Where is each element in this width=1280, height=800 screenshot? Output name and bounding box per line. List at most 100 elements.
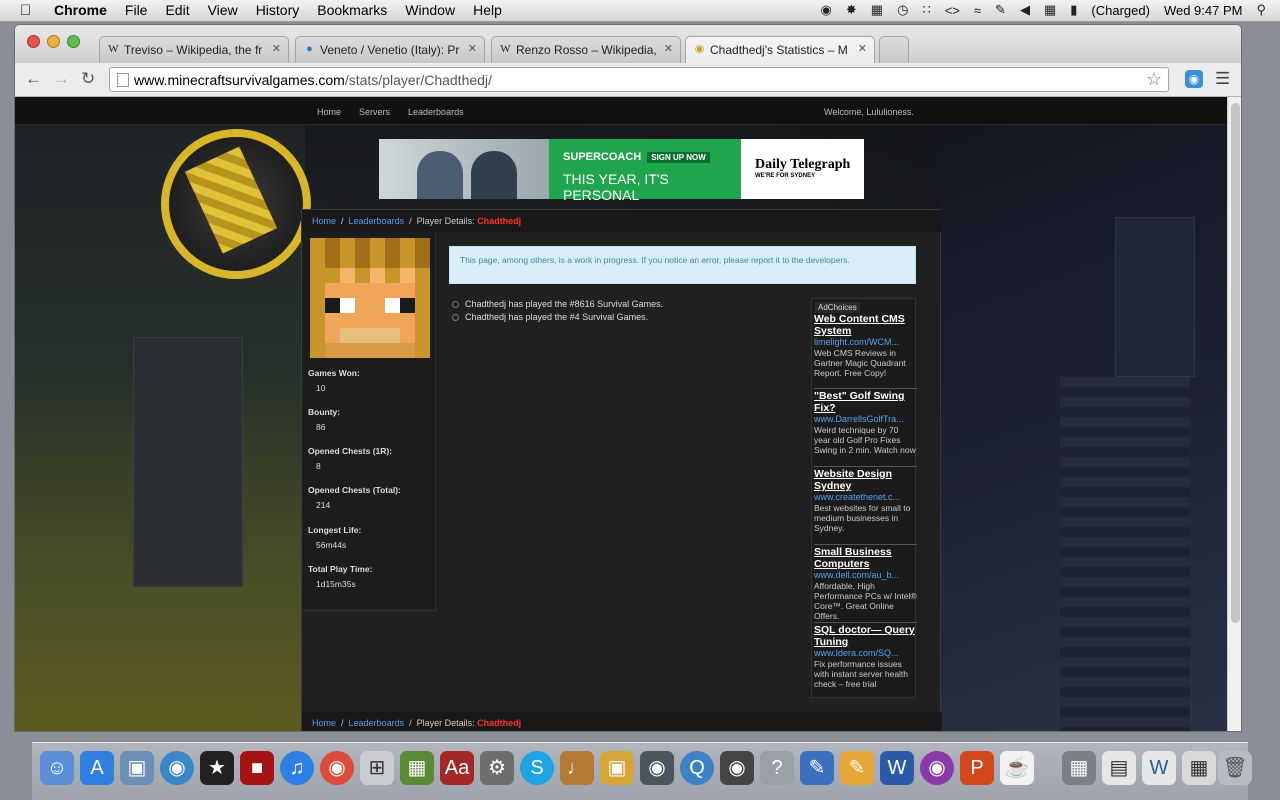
adchoices-link[interactable]: AdChoices [815, 302, 860, 313]
minimized-window-icon[interactable]: ▦ [1062, 751, 1096, 785]
zoom-window-button[interactable] [67, 35, 80, 48]
code-icon[interactable]: <> [945, 3, 960, 18]
nav-home-link[interactable]: Home [317, 107, 341, 117]
app-store-icon[interactable]: A [80, 751, 114, 785]
volume-icon[interactable]: ◀ [1020, 2, 1030, 18]
tab-chadthedj-statistics[interactable]: ◉ Chadthedj's Statistics – M ✕ [685, 36, 875, 63]
timemachine-icon[interactable]: ◷ [897, 2, 908, 18]
ad-item[interactable]: Website Design Sydney www.createthenet.c.… [814, 468, 917, 545]
dictionary-icon[interactable]: Aa [440, 751, 474, 785]
page-icon [117, 73, 129, 87]
breadcrumb-leaderboards-link[interactable]: Leaderboards [349, 216, 405, 226]
scrollbar-thumb[interactable] [1231, 103, 1240, 623]
stat-games-won: Games Won: 10 [308, 368, 360, 393]
minimize-window-button[interactable] [47, 35, 60, 48]
tab-treviso[interactable]: W Treviso – Wikipedia, the fr ✕ [99, 36, 289, 63]
menu-window[interactable]: Window [405, 2, 455, 18]
extension-icon[interactable]: ◉ [1185, 70, 1203, 88]
word-icon[interactable]: W [880, 751, 914, 785]
quicktime-icon[interactable]: Q [680, 751, 714, 785]
nav-leaderboards-link[interactable]: Leaderboards [408, 107, 464, 117]
photo-booth-icon[interactable]: ■ [240, 751, 274, 785]
pencil-icon[interactable]: ✎ [840, 751, 874, 785]
itunes-icon[interactable]: ♫ [280, 751, 314, 785]
menu-view[interactable]: View [208, 2, 238, 18]
system-preferences-icon[interactable]: ⚙ [480, 751, 514, 785]
calendar-icon[interactable]: ▦ [1044, 2, 1056, 18]
ad-item[interactable]: SQL doctor— Query Tuning www.Idera.com/SQ… [814, 624, 917, 698]
close-tab-icon[interactable]: ✕ [664, 42, 673, 55]
iphoto-icon[interactable]: ▣ [600, 751, 634, 785]
menu-edit[interactable]: Edit [165, 2, 189, 18]
bookmark-star-icon[interactable]: ☆ [1146, 69, 1162, 90]
image-capture-icon[interactable]: ◉ [720, 751, 754, 785]
powerpoint-icon[interactable]: P [960, 751, 994, 785]
imovie-icon[interactable]: ★ [200, 751, 234, 785]
forward-arrow-icon[interactable]: → [53, 69, 70, 89]
app-menu[interactable]: Chrome [54, 2, 107, 18]
close-tab-icon[interactable]: ✕ [468, 42, 477, 55]
help-icon[interactable]: ? [760, 751, 794, 785]
ad-item[interactable]: Web Content CMS System limelight.com/WCM.… [814, 313, 917, 389]
calculator-icon[interactable]: ⊞ [360, 751, 394, 785]
apple-menu-icon[interactable]:  [20, 2, 31, 19]
ad-paper-name: Daily Telegraph [755, 157, 851, 172]
dock: ☺ A ▣ ◉ ★ ■ ♫ ◉ ⊞ ▦ Aa ⚙ S ♩ ▣ ◉ Q ◉ ? ✎… [32, 742, 1252, 800]
dropbox-icon[interactable]: ▦ [871, 2, 883, 18]
globe-icon: ● [306, 43, 313, 55]
ad-banner[interactable]: SUPERCOACH SIGN UP NOW THIS YEAR, IT'S PE… [379, 139, 864, 203]
minimized-window-icon[interactable]: ▦ [1182, 751, 1216, 785]
browser-toolbar: ← → ↻ www.minecraftsurvivalgames.com/sta… [15, 63, 1241, 97]
pen-icon[interactable]: ✎ [995, 2, 1006, 18]
clock[interactable]: Wed 9:47 PM [1164, 3, 1243, 18]
stats-panel: Home / Leaderboards / Player Details: Chadth… [301, 209, 942, 731]
close-tab-icon[interactable]: ✕ [858, 42, 867, 55]
skype-icon[interactable]: S [520, 751, 554, 785]
menu-history[interactable]: History [256, 2, 300, 18]
minimized-word-doc-icon[interactable]: W [1142, 751, 1176, 785]
menu-help[interactable]: Help [473, 2, 502, 18]
battery-icon[interactable]: ▮ [1070, 2, 1077, 18]
trash-icon[interactable]: 🗑 [1218, 751, 1252, 785]
breadcrumb-leaderboards-link[interactable]: Leaderboards [349, 718, 405, 728]
close-window-button[interactable] [27, 35, 40, 48]
minimized-document-icon[interactable]: ▤ [1102, 751, 1136, 785]
preview-icon[interactable]: ✎ [800, 751, 834, 785]
reload-icon[interactable]: ↻ [81, 69, 95, 89]
wheel-icon[interactable]: ✸ [846, 2, 857, 18]
skype-status-icon[interactable]: ◉ [821, 2, 832, 18]
page-scrollbar[interactable] [1227, 97, 1241, 731]
chrome-menu-icon[interactable]: ☰ [1215, 69, 1230, 89]
mockingjay-icon: ◉ [694, 43, 705, 55]
wifi-icon[interactable]: ≈ [974, 3, 981, 18]
spotlight-icon[interactable]: ⚲ [1256, 2, 1266, 18]
finder-icon[interactable]: ☺ [40, 751, 74, 785]
tab-renzo-rosso[interactable]: W Renzo Rosso – Wikipedia, ✕ [491, 36, 681, 63]
close-tab-icon[interactable]: ✕ [272, 42, 281, 55]
breadcrumb-home-link[interactable]: Home [312, 718, 336, 728]
dvd-player-icon[interactable]: ◉ [160, 751, 194, 785]
menu-file[interactable]: File [125, 2, 148, 18]
nav-servers-link[interactable]: Servers [359, 107, 390, 117]
garageband-icon[interactable]: ♩ [560, 751, 594, 785]
ad-item[interactable]: "Best" Golf Swing Fix? www.DarrellsGolfTr… [814, 390, 917, 467]
bluetooth-icon[interactable]: ∷ [922, 2, 930, 18]
new-tab-button[interactable] [879, 36, 909, 63]
ad-signup-button[interactable]: SIGN UP NOW [647, 152, 710, 163]
menu-bookmarks[interactable]: Bookmarks [317, 2, 387, 18]
coffee-icon[interactable]: ☕ [1000, 751, 1034, 785]
facetime-icon[interactable]: ◉ [640, 751, 674, 785]
mockingjay-icon [184, 146, 278, 254]
address-bar[interactable]: www.minecraftsurvivalgames.com/stats/pla… [109, 67, 1169, 92]
site-logo[interactable] [161, 129, 311, 279]
back-arrow-icon[interactable]: ← [25, 69, 42, 89]
menu-bar:  Chrome File Edit View History Bookmark… [0, 0, 1280, 22]
colorsync-icon[interactable]: ◉ [920, 751, 954, 785]
breadcrumb-home-link[interactable]: Home [312, 216, 336, 226]
ad-item[interactable]: Small Business Computers www.dell.com/au_… [814, 546, 917, 623]
chrome-icon[interactable]: ◉ [320, 751, 354, 785]
welcome-text[interactable]: Welcome, Lululioness. [824, 107, 914, 117]
photo-browser-icon[interactable]: ▣ [120, 751, 154, 785]
tab-veneto[interactable]: ● Veneto / Venetio (Italy): Pr ✕ [295, 36, 485, 63]
minecraft-icon[interactable]: ▦ [400, 751, 434, 785]
